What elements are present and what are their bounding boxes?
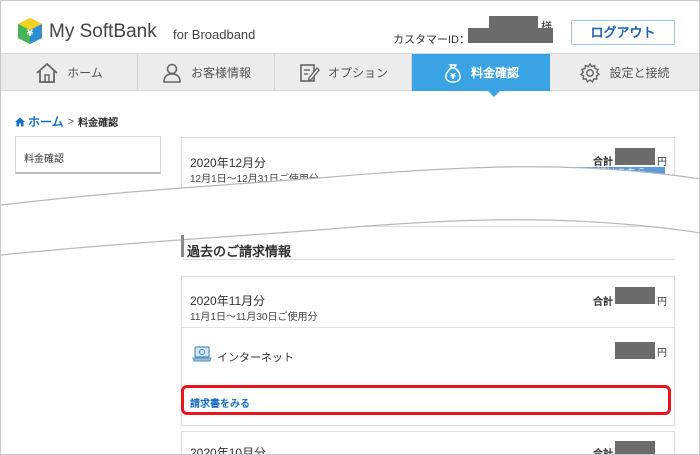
breadcrumb-current: 料金確認 — [78, 118, 119, 129]
breadcrumb-home-link[interactable]: ホーム — [28, 113, 64, 130]
svg-text:¥: ¥ — [27, 29, 34, 39]
softbank-logo-icon: ¥ — [18, 18, 42, 44]
nav-label-billing: 料金確認 — [470, 66, 519, 80]
customer-id-label: カスタマーID： — [393, 34, 470, 46]
svg-text:¥: ¥ — [450, 72, 456, 81]
brand-subtitle: for Broadband — [173, 27, 256, 42]
gear-icon — [580, 62, 601, 83]
nav-item-options[interactable]: オプション — [275, 54, 412, 91]
redacted-october-total — [615, 441, 655, 454]
breadcrumb-separator: > — [67, 115, 75, 128]
nav-label-customer-info: お客様情報 — [190, 66, 251, 80]
nav-label-options: オプション — [327, 66, 388, 80]
person-icon — [163, 63, 181, 83]
past-bill-month-october: 2020年10月分 — [190, 446, 267, 455]
nav-item-settings[interactable]: 設定と接続 — [550, 54, 699, 91]
brand-name[interactable]: My SoftBank — [49, 21, 157, 43]
past-bill-month: 2020年11月分 — [190, 294, 266, 308]
highlight-box — [181, 385, 671, 415]
nav-item-home[interactable]: ホーム — [1, 54, 138, 91]
section-underline — [181, 259, 675, 260]
house-icon — [36, 62, 58, 83]
redacted-past-total — [615, 287, 655, 304]
past-bill-total-label-october: 合計 — [593, 449, 613, 455]
breadcrumb: ホーム > 料金確認 — [15, 113, 118, 130]
past-billing-heading: 過去のご請求情報 — [187, 244, 292, 259]
wave-cut-divider — [1, 166, 699, 256]
nav-label-home: ホーム — [67, 66, 103, 80]
nav-item-billing[interactable]: ¥ 料金確認 — [412, 54, 550, 91]
past-bill-yen: 円 — [657, 297, 667, 308]
logout-button[interactable]: ログアウト — [571, 20, 675, 45]
nav-item-customer-info[interactable]: お客様情報 — [138, 54, 275, 91]
browser-frame: ¥ My SoftBank for Broadband 様 カスタマーID： ロ… — [0, 0, 700, 455]
active-tab-indicator — [488, 91, 500, 97]
past-bill-divider — [182, 327, 674, 328]
main-nav: ホーム お客様情報 オプション ¥ 料金確認 設定と接続 — [1, 53, 699, 91]
section-accent-bar — [181, 235, 184, 257]
past-bill-card-october: 2020年10月分 合計 — [181, 431, 675, 455]
moneybag-icon: ¥ — [445, 63, 461, 83]
internet-yen: 円 — [657, 348, 667, 359]
redacted-internet-amount — [615, 342, 655, 359]
internet-line-item: インターネット — [217, 352, 294, 364]
edit-icon — [300, 63, 320, 82]
laptop-icon — [192, 346, 212, 362]
nav-label-settings: 設定と接続 — [609, 66, 670, 80]
redacted-customer-id — [468, 28, 553, 43]
past-bill-range: 11月1日～11月30日ご使用分 — [190, 312, 318, 323]
site-header: ¥ My SoftBank for Broadband 様 カスタマーID： ロ… — [1, 1, 699, 53]
breadcrumb-home-icon — [15, 117, 25, 126]
past-bill-total-label: 合計 — [593, 297, 613, 308]
